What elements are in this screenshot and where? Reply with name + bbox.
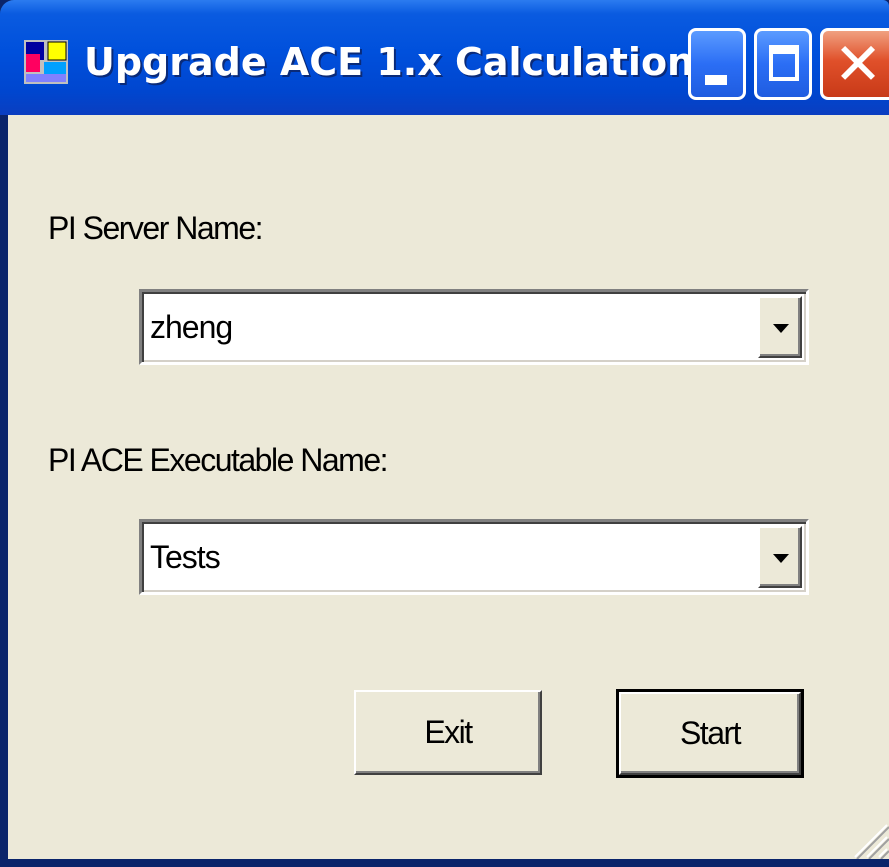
executable-name-label: PI ACE Executable Name:: [48, 442, 389, 478]
maximize-icon: [769, 45, 799, 81]
maximize-button[interactable]: [754, 28, 812, 100]
dialog-body: PI Server Name: zheng PI ACE Executable …: [8, 115, 889, 859]
executable-name-dropdown-button[interactable]: [758, 526, 802, 588]
title-bar[interactable]: Upgrade ACE 1.x Calculations ✕: [0, 0, 889, 115]
window-title: Upgrade ACE 1.x Calculations: [84, 40, 717, 84]
chevron-down-icon: [773, 554, 789, 563]
resize-grip-icon[interactable]: [849, 819, 889, 859]
exit-button[interactable]: Exit: [354, 690, 542, 775]
start-button[interactable]: Start: [616, 689, 804, 778]
server-name-dropdown-button[interactable]: [758, 296, 802, 358]
app-window: Upgrade ACE 1.x Calculations ✕ PI Server…: [0, 0, 889, 867]
server-name-label: PI Server Name:: [48, 210, 264, 246]
server-name-value: zheng: [150, 308, 233, 345]
close-button[interactable]: ✕: [820, 28, 889, 100]
server-name-combobox[interactable]: zheng: [139, 289, 809, 365]
minimize-button[interactable]: [688, 28, 746, 100]
close-icon: ✕: [833, 30, 883, 98]
app-window-icon: [24, 40, 68, 84]
minimize-icon: [705, 75, 727, 85]
executable-name-value: Tests: [150, 538, 221, 575]
executable-name-combobox[interactable]: Tests: [139, 519, 809, 595]
chevron-down-icon: [773, 324, 789, 333]
